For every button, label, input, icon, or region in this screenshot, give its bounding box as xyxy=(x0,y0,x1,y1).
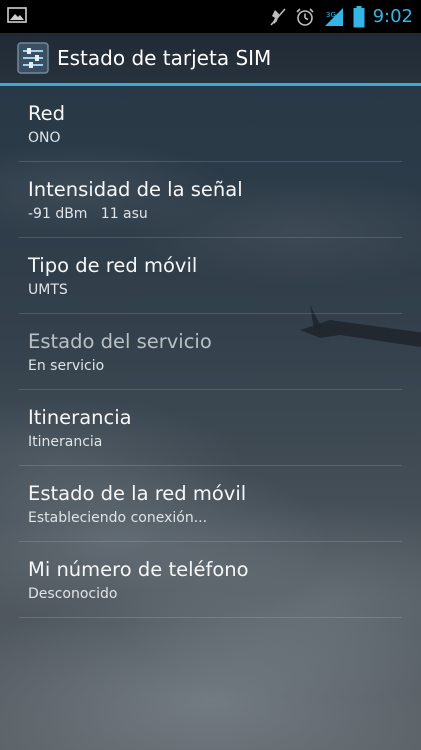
settings-sliders-icon[interactable] xyxy=(17,42,49,74)
item-title: Estado del servicio xyxy=(28,330,212,353)
status-icons: 3G 9:02 xyxy=(269,0,413,33)
list-item-roaming[interactable]: Itinerancia Itinerancia xyxy=(19,390,402,466)
item-summary: Itinerancia xyxy=(28,434,103,450)
image-notification-icon[interactable] xyxy=(7,7,27,23)
status-clock: 9:02 xyxy=(372,6,413,27)
list-item-data-state[interactable]: Estado de la red móvil Estableciendo con… xyxy=(19,466,402,542)
svg-text:3G: 3G xyxy=(326,11,336,19)
item-title: Itinerancia xyxy=(28,406,132,429)
item-summary: -91 dBm 11 asu xyxy=(28,206,148,222)
item-title: Mi número de teléfono xyxy=(28,558,249,581)
item-summary: Estableciendo conexión... xyxy=(28,510,208,526)
battery-icon xyxy=(353,5,365,28)
item-summary: Desconocido xyxy=(28,586,118,602)
item-summary: En servicio xyxy=(28,358,105,374)
signal-icon: 3G xyxy=(323,7,345,27)
action-bar: Estado de tarjeta SIM xyxy=(0,33,421,86)
list-item-network-type[interactable]: Tipo de red móvil UMTS xyxy=(19,238,402,314)
mute-icon xyxy=(269,7,287,27)
list-item-service-state[interactable]: Estado del servicio En servicio xyxy=(19,314,402,390)
item-title: Intensidad de la señal xyxy=(28,178,243,201)
sim-status-list: Red ONO Intensidad de la señal -91 dBm 1… xyxy=(0,86,421,618)
page-title: Estado de tarjeta SIM xyxy=(57,46,272,70)
item-title: Estado de la red móvil xyxy=(28,482,247,505)
item-title: Red xyxy=(28,102,66,125)
status-bar: 3G 9:02 xyxy=(0,0,421,33)
item-summary: ONO xyxy=(28,130,61,146)
item-title: Tipo de red móvil xyxy=(28,254,198,277)
item-summary: UMTS xyxy=(28,282,68,298)
list-item-network[interactable]: Red ONO xyxy=(19,86,402,162)
list-item-signal-strength[interactable]: Intensidad de la señal -91 dBm 11 asu xyxy=(19,162,402,238)
list-item-phone-number[interactable]: Mi número de teléfono Desconocido xyxy=(19,542,402,618)
alarm-icon xyxy=(295,7,315,27)
